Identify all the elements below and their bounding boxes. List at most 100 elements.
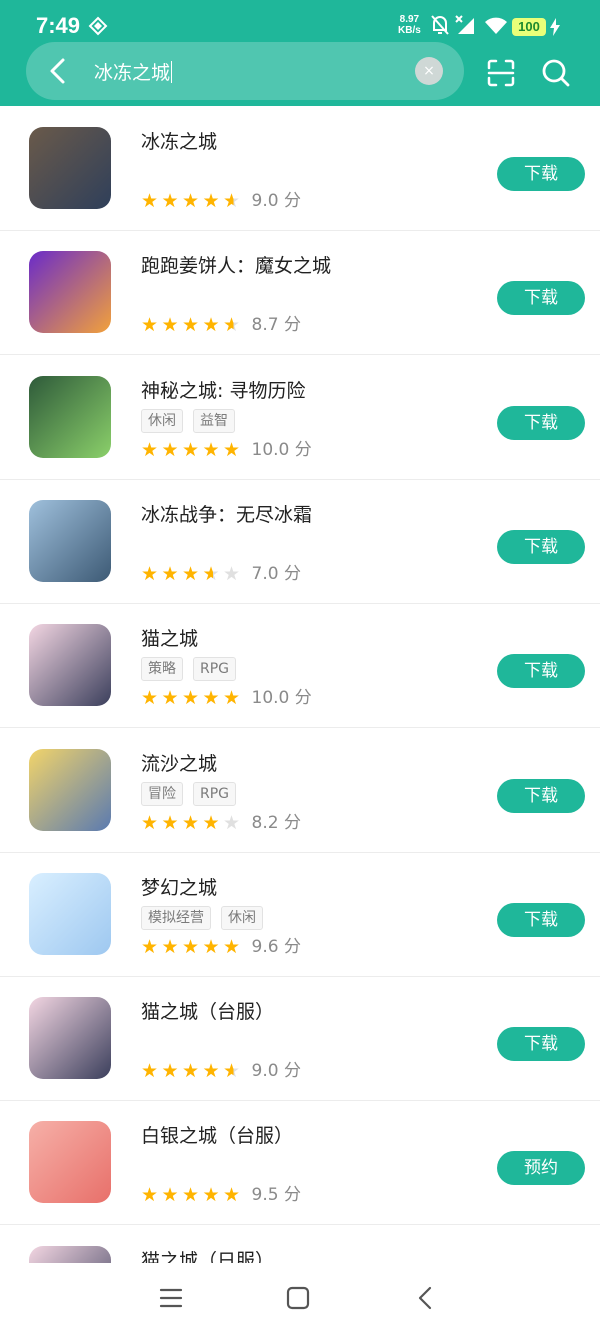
app-tag[interactable]: RPG (193, 657, 237, 681)
star-icon: ★ (202, 812, 220, 834)
system-nav-bar (0, 1263, 600, 1333)
battery-level: 100 (512, 18, 546, 36)
app-icon[interactable] (29, 749, 111, 831)
app-tag[interactable]: RPG (193, 782, 237, 806)
download-button[interactable]: 下载 (497, 1027, 585, 1061)
back-icon[interactable] (412, 1284, 440, 1312)
network-speed-value: 8.97 (399, 14, 420, 25)
result-item[interactable]: 跑跑姜饼人：魔女之城 ★ ★ ★ ★ ★ 8.7 分下载 (0, 230, 600, 355)
result-item[interactable]: 流沙之城 冒险 RPG ★ ★ ★ ★ ★ 8.2 分下载 (0, 728, 600, 853)
result-item[interactable]: 冰冻战争：无尽冰霜 ★ ★ ★ ★ ★ 7.0 分下载 (0, 479, 600, 604)
app-title[interactable]: 神秘之城: 寻物历险 (141, 376, 305, 403)
top-bar: 7:49 8.97 KB/s 100 冰冻之城 × (0, 0, 600, 106)
reserve-button[interactable]: 预约 (497, 1151, 585, 1185)
star-icon: ★ (141, 812, 159, 834)
app-icon[interactable] (29, 500, 111, 582)
app-title[interactable]: 冰冻战争：无尽冰霜 (141, 500, 312, 527)
star-icon: ★ (182, 563, 200, 585)
search-results-list[interactable]: 冰冻之城 ★ ★ ★ ★ ★ 9.0 分下载 跑跑姜饼人：魔女之城 ★ ★ ★ ★ ★ 8.7 分下载 神秘… (0, 106, 600, 1263)
app-icon[interactable] (29, 1121, 111, 1203)
search-icon[interactable] (541, 58, 571, 88)
menu-icon[interactable] (157, 1284, 185, 1312)
app-tag[interactable]: 益智 (193, 409, 235, 433)
download-button[interactable]: 下载 (497, 281, 585, 315)
search-bar[interactable]: 冰冻之城 × (26, 42, 464, 100)
app-icon[interactable] (29, 624, 111, 706)
star-icon: ★ (182, 1184, 200, 1206)
app-icon[interactable] (29, 127, 111, 209)
app-tag[interactable]: 休闲 (141, 409, 183, 433)
download-button[interactable]: 下载 (497, 406, 585, 440)
rating: ★ ★ ★ ★ ★ 10.0 分 (141, 438, 312, 462)
network-speed-unit: KB/s (398, 25, 421, 36)
star-icon: ★ (141, 190, 159, 212)
app-score: 8.2 分 (251, 813, 301, 833)
app-title[interactable]: 跑跑姜饼人：魔女之城 (141, 251, 331, 278)
app-score: 8.7 分 (251, 315, 301, 335)
star-icon: ★ (223, 563, 241, 585)
app-title[interactable]: 梦幻之城 (141, 873, 217, 900)
star-icon: ★ (223, 313, 244, 337)
result-item[interactable]: 神秘之城: 寻物历险 休闲 益智 ★ ★ ★ ★ ★ 10.0 分下载 (0, 355, 600, 480)
star-icon: ★ (223, 936, 241, 958)
star-icon: ★ (202, 439, 220, 461)
download-button[interactable]: 下载 (497, 654, 585, 688)
download-button[interactable]: 下载 (497, 779, 585, 813)
app-icon[interactable] (29, 1246, 111, 1263)
result-item[interactable]: 猫之城（台服） ★ ★ ★ ★ ★ 9.0 分 下载 (0, 976, 600, 1101)
app-icon[interactable] (29, 251, 111, 333)
star-icon: ★ (202, 190, 220, 212)
notifications-muted-icon (431, 15, 449, 35)
download-button[interactable]: 下载 (497, 530, 585, 564)
star-icon: ★ (203, 562, 224, 586)
app-title[interactable]: 猫之城 (141, 624, 198, 651)
result-item[interactable]: 猫之城 策略 RPG ★ ★ ★ ★ ★ 10.0 分下载 (0, 603, 600, 728)
star-icon: ★ (161, 314, 179, 336)
star-icon: ★ (141, 936, 159, 958)
star-icon: ★ (182, 936, 200, 958)
result-item[interactable]: 白银之城（台服） ★ ★ ★ ★ ★ 9.5 分 预约 (0, 1100, 600, 1225)
app-icon[interactable] (29, 997, 111, 1079)
rating: ★ ★ ★ ★ ★ 8.7 分 (141, 313, 301, 337)
app-title[interactable]: 冰冻之城 (141, 127, 217, 154)
app-tag[interactable]: 模拟经营 (141, 906, 211, 930)
download-button[interactable]: 下载 (497, 903, 585, 937)
app-icon[interactable] (29, 376, 111, 458)
home-icon[interactable] (284, 1284, 312, 1312)
app-tag[interactable]: 休闲 (221, 906, 263, 930)
star-icon: ★ (223, 189, 244, 213)
rating: ★ ★ ★ ★ ★ 10.0 分 (141, 686, 312, 710)
star-icon: ★ (223, 812, 241, 834)
star-icon: ★ (141, 563, 159, 585)
result-item[interactable]: 梦幻之城 模拟经营 休闲 ★ ★ ★ ★ ★ 9.6 分下载 (0, 852, 600, 977)
clear-search-button[interactable]: × (415, 57, 443, 85)
app-score: 9.6 分 (251, 937, 301, 957)
star-icon: ★ (223, 687, 241, 709)
app-title[interactable]: 白银之城（台服） (141, 1121, 293, 1148)
star-icon: ★ (161, 687, 179, 709)
rating: ★ ★ ★ ★ ★ 9.5 分 (141, 1183, 301, 1207)
app-title[interactable]: 猫之城（日服） (141, 1246, 274, 1263)
star-icon: ★ (141, 314, 159, 336)
star-icon: ★ (161, 1184, 179, 1206)
search-input[interactable]: 冰冻之城 (94, 58, 173, 85)
rating: ★ ★ ★ ★ ★ 9.6 分 (141, 935, 301, 959)
app-tag[interactable]: 冒险 (141, 782, 183, 806)
app-title[interactable]: 猫之城（台服） (141, 997, 274, 1024)
scan-icon[interactable] (486, 58, 516, 88)
star-icon: ★ (161, 936, 179, 958)
app-tags: 冒险 RPG (141, 782, 246, 806)
back-arrow-icon[interactable] (44, 56, 72, 86)
app-score: 10.0 分 (251, 688, 312, 708)
charging-icon (550, 18, 560, 36)
app-tag[interactable]: 策略 (141, 657, 183, 681)
app-title[interactable]: 流沙之城 (141, 749, 217, 776)
download-button[interactable]: 下载 (497, 157, 585, 191)
star-icon: ★ (141, 439, 159, 461)
star-icon: ★ (161, 563, 179, 585)
result-item[interactable]: 冰冻之城 ★ ★ ★ ★ ★ 9.0 分下载 (0, 106, 600, 231)
rating: ★ ★ ★ ★ ★ 9.0 分 (141, 1059, 301, 1083)
star-icon: ★ (182, 1060, 200, 1082)
app-icon[interactable] (29, 873, 111, 955)
result-item[interactable]: 猫之城（日服） (0, 1225, 600, 1263)
